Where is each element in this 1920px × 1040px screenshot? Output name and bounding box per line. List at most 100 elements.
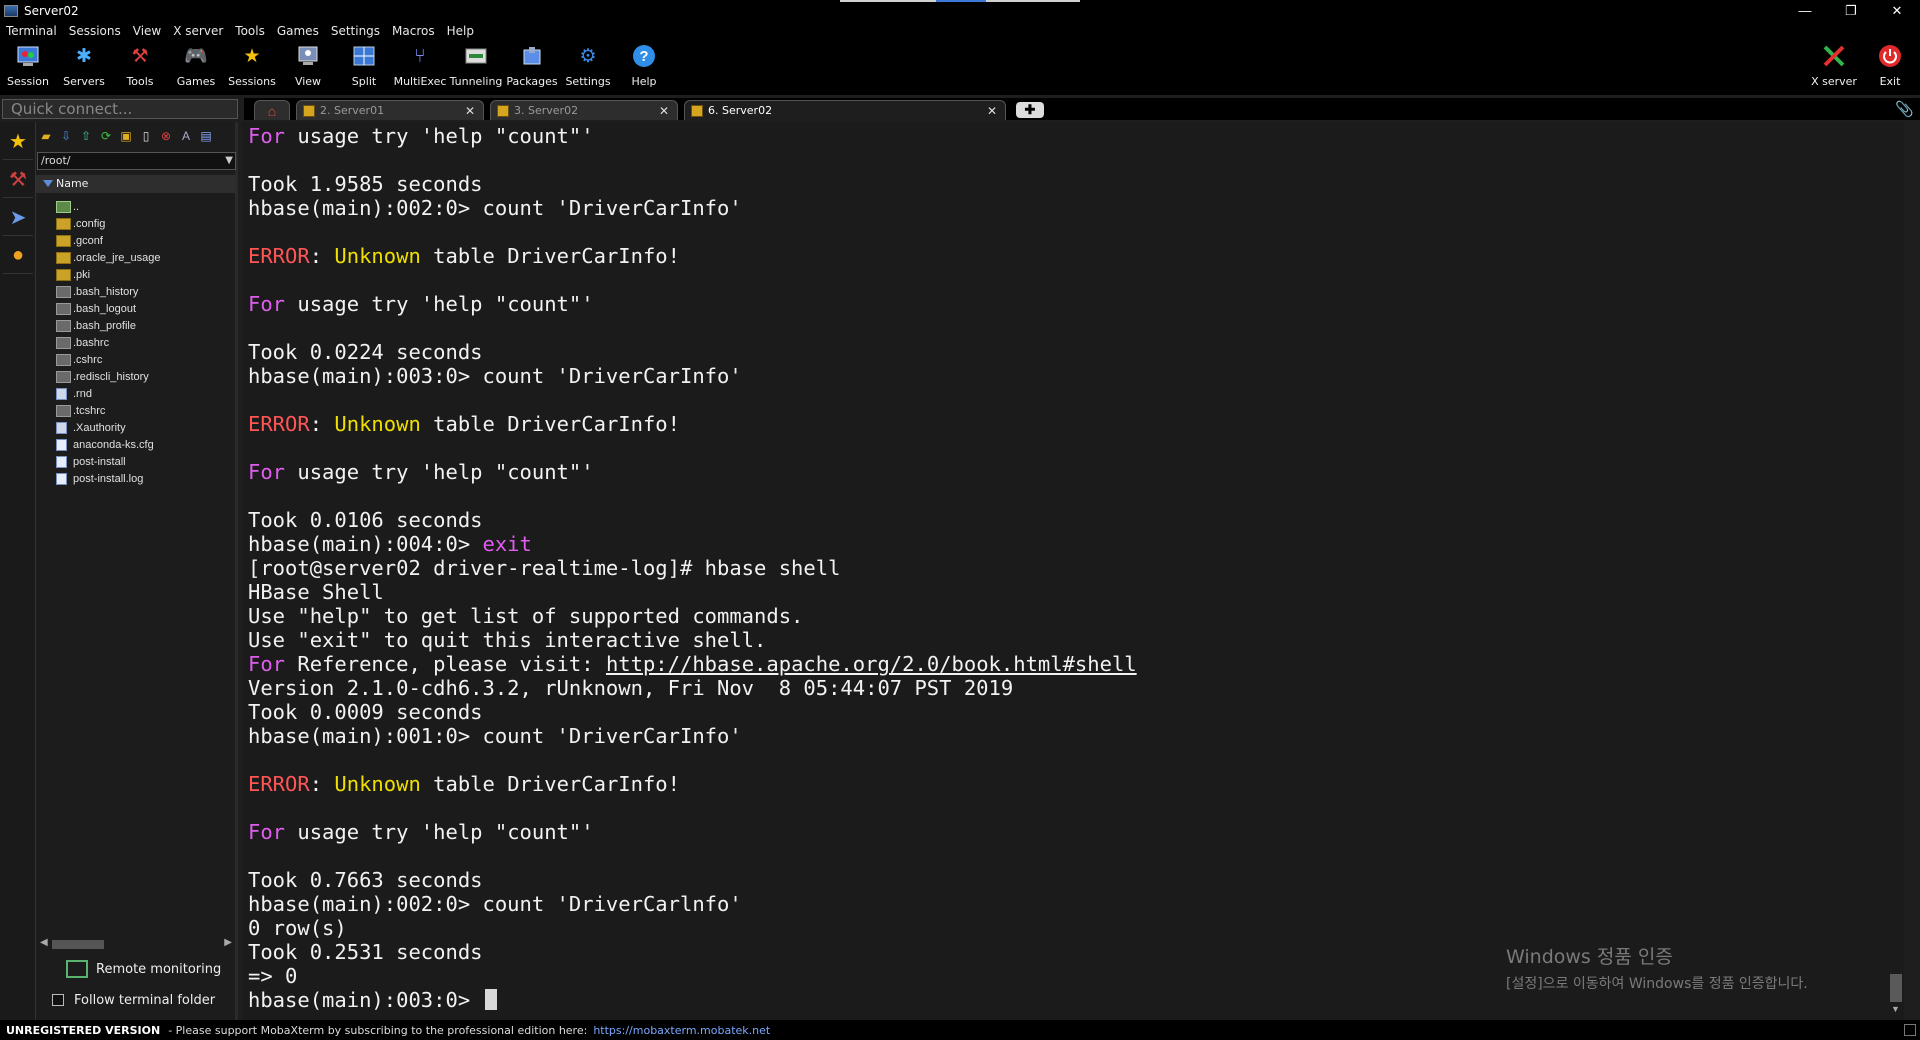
file-list-item[interactable]: .rediscli_history [56, 368, 236, 385]
menu-settings[interactable]: Settings [331, 24, 380, 38]
terminal-text: For [248, 124, 286, 148]
home-tab[interactable]: ⌂ [254, 100, 290, 120]
quick-connect-input[interactable]: Quick connect... [2, 99, 238, 119]
file-list-item[interactable]: .oracle_jre_usage [56, 249, 236, 266]
close-tab-icon[interactable]: ✕ [659, 104, 669, 118]
terminal-scrollbar[interactable]: ▼ [1888, 122, 1904, 1020]
tab-label: 6. Server02 [708, 104, 773, 117]
exit-button[interactable]: Exit [1862, 43, 1918, 93]
servers-label: Servers [63, 75, 105, 88]
session-button[interactable]: Session [0, 43, 56, 93]
games-button[interactable]: 🎮 Games [168, 43, 224, 93]
minimize-button[interactable]: — [1782, 0, 1828, 21]
file-list-item[interactable]: .Xauthority [56, 419, 236, 436]
upload-icon[interactable]: ⇧ [78, 128, 94, 144]
tools-side-icon[interactable]: ⚒ [3, 162, 33, 198]
xserver-label: X server [1811, 75, 1857, 88]
folder-up-icon[interactable]: ▰ [38, 128, 54, 144]
horizontal-scrollbar[interactable]: ◀ ▶ [38, 937, 234, 951]
new-file-icon[interactable]: ▯ [138, 128, 154, 144]
packages-button[interactable]: Packages [504, 43, 560, 93]
close-button[interactable]: ✕ [1874, 0, 1920, 21]
file-list-item[interactable]: .bash_history [56, 283, 236, 300]
monitor-icon [66, 960, 88, 978]
terminal-text[interactable]: http://hbase.apache.org/2.0/book.html#sh… [606, 652, 1137, 676]
tab-server01[interactable]: 2. Server01 ✕ [296, 100, 484, 120]
file-list-item[interactable]: .cshrc [56, 351, 236, 368]
tools-button[interactable]: ⚒ Tools [112, 43, 168, 93]
remote-monitoring-button[interactable]: Remote monitoring [66, 958, 221, 980]
sessions-button[interactable]: ★ Sessions [224, 43, 280, 93]
rename-icon[interactable]: A [178, 128, 194, 144]
star-icon: ★ [243, 45, 261, 67]
view-button[interactable]: View [280, 43, 336, 93]
follow-terminal-folder-checkbox[interactable]: Follow terminal folder [52, 991, 215, 1009]
menu-terminal[interactable]: Terminal [6, 24, 57, 38]
menu-tools[interactable]: Tools [235, 24, 265, 38]
scroll-down-icon[interactable]: ▼ [1891, 1004, 1900, 1014]
file-icon [56, 336, 71, 349]
checkbox[interactable] [52, 994, 64, 1006]
scroll-thumb[interactable] [52, 940, 104, 949]
terminal-text: Took 0.0106 seconds [248, 508, 483, 532]
scroll-right-icon[interactable]: ▶ [224, 937, 232, 948]
refresh-icon[interactable]: ⟳ [98, 128, 114, 144]
menu-sessions[interactable]: Sessions [69, 24, 121, 38]
xserver-button[interactable]: X server [1806, 43, 1862, 93]
file-list-item[interactable]: .bashrc [56, 334, 236, 351]
file-list-item[interactable]: .gconf [56, 232, 236, 249]
sessions-star-icon[interactable]: ★ [3, 124, 33, 160]
file-list-item[interactable]: post-install.log [56, 470, 236, 487]
menu-view[interactable]: View [133, 24, 161, 38]
tab-server02-6[interactable]: 6. Server02 ✕ [684, 100, 1006, 120]
restore-button[interactable]: ❐ [1828, 0, 1874, 21]
split-button[interactable]: Split [336, 43, 392, 93]
file-list-item[interactable]: .. [56, 198, 236, 215]
file-list-item[interactable]: anaconda-ks.cfg [56, 436, 236, 453]
file-list-item[interactable]: .tcshrc [56, 402, 236, 419]
menu-games[interactable]: Games [277, 24, 319, 38]
scroll-thumb[interactable] [1890, 974, 1902, 1002]
scroll-left-icon[interactable]: ◀ [40, 937, 48, 948]
delete-icon[interactable]: ⊗ [158, 128, 174, 144]
close-tab-icon[interactable]: ✕ [987, 104, 997, 118]
terminal-tab-icon [497, 104, 509, 117]
multiexec-button[interactable]: ⑂ MultiExec [392, 43, 448, 93]
file-name: .Xauthority [73, 421, 126, 434]
terminal-output[interactable]: Windows 정품 인증 [설정]으로 이동하여 Windows를 정품 인증… [242, 122, 1904, 1020]
path-field[interactable]: /root/ ▼ [37, 152, 236, 170]
tab-server02-3[interactable]: 3. Server02 ✕ [490, 100, 678, 120]
servers-button[interactable]: ✱ Servers [56, 43, 112, 93]
folder-icon [56, 268, 71, 281]
sftp-icon[interactable]: ● [3, 238, 33, 274]
settings-button[interactable]: ⚙ Settings [560, 43, 616, 93]
close-tab-icon[interactable]: ✕ [465, 104, 475, 118]
file-list-item[interactable]: .bash_profile [56, 317, 236, 334]
terminal-text: hbase(main):003:0> count 'DriverCarInfo' [248, 364, 742, 388]
menu-macros[interactable]: Macros [392, 24, 435, 38]
file-list-item[interactable]: .rnd [56, 385, 236, 402]
tunneling-label: Tunneling [449, 75, 503, 88]
new-folder-icon[interactable]: ▣ [118, 128, 134, 144]
chevron-down-icon[interactable]: ▼ [225, 153, 233, 169]
file-list-item[interactable]: post-install [56, 453, 236, 470]
tunneling-icon [463, 43, 489, 69]
name-column-header[interactable]: Name [36, 175, 236, 193]
menu-help[interactable]: Help [447, 24, 474, 38]
file-list-item[interactable]: .bash_logout [56, 300, 236, 317]
file-list: .. .config .gconf .oracle_jre_usage .pki .bas… [56, 198, 236, 487]
send-icon[interactable]: ➤ [3, 200, 33, 236]
download-icon[interactable]: ⇩ [58, 128, 74, 144]
resize-grip-icon[interactable] [1904, 1024, 1916, 1036]
file-list-item[interactable]: .config [56, 215, 236, 232]
tunneling-button[interactable]: Tunneling [448, 43, 504, 93]
attachment-icon[interactable]: 📎 [1895, 100, 1914, 118]
terminal-text: Reference, please visit: [285, 652, 606, 676]
new-tab-button[interactable]: ✚ [1016, 102, 1044, 118]
file-name: .bash_logout [73, 302, 136, 315]
help-button[interactable]: ? Help [616, 43, 672, 93]
menu-xserver[interactable]: X server [173, 24, 223, 38]
permissions-icon[interactable]: ▤ [198, 128, 214, 144]
file-list-item[interactable]: .pki [56, 266, 236, 283]
mobatek-link[interactable]: https://mobaxterm.mobatek.net [593, 1024, 770, 1037]
